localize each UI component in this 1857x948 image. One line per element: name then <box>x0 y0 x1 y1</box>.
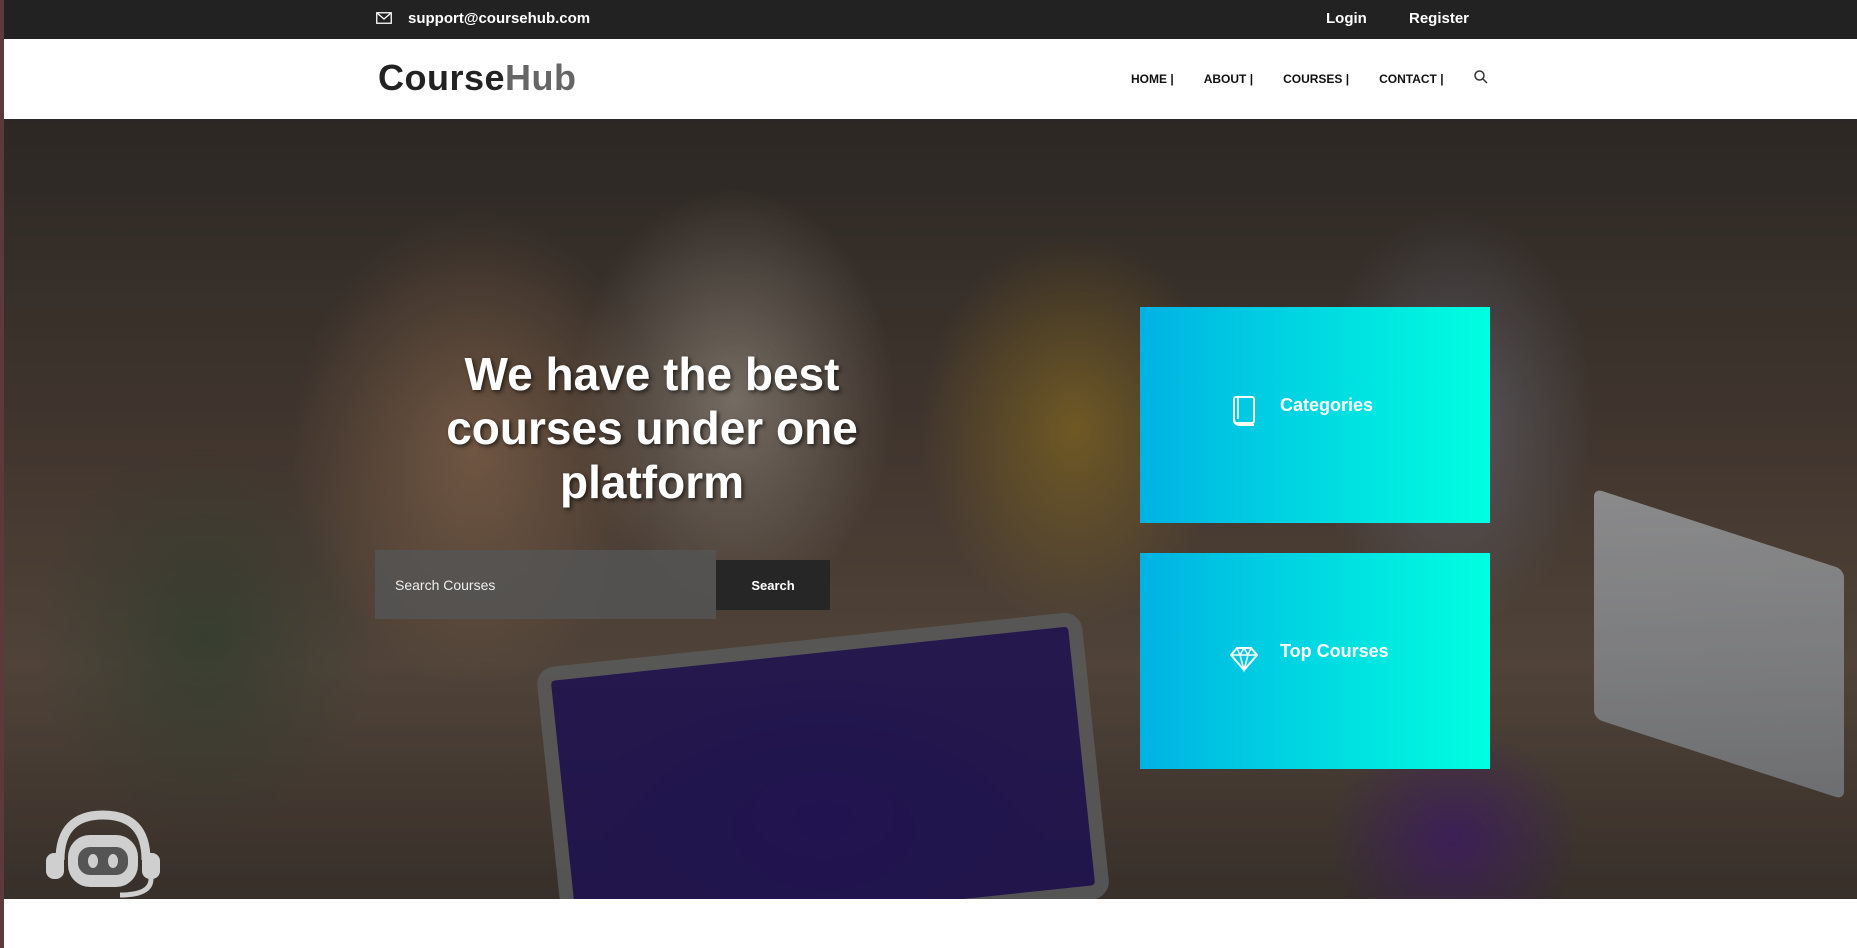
site-header: CourseHub HOME | ABOUT | COURSES | CONTA… <box>4 39 1857 119</box>
mail-icon <box>376 12 392 24</box>
categories-label: Categories <box>1280 395 1374 415</box>
search-button[interactable]: Search <box>716 560 830 610</box>
nav-about[interactable]: ABOUT | <box>1204 72 1253 86</box>
nav-contact[interactable]: CONTACT | <box>1379 72 1443 86</box>
top-courses-card[interactable]: Top Courses <box>1140 553 1490 769</box>
support-email[interactable]: support@coursehub.com <box>408 10 590 27</box>
nav-home[interactable]: HOME | <box>1131 72 1174 86</box>
logo-course: Course <box>378 57 506 98</box>
course-search-input[interactable] <box>375 550 716 619</box>
site-logo[interactable]: CourseHub <box>378 57 577 99</box>
categories-card[interactable]: Categories <box>1140 307 1490 523</box>
hero-overlay <box>4 119 1857 899</box>
hero-section: We have the best courses under one platf… <box>4 119 1857 899</box>
top-bar: support@coursehub.com Login Register <box>4 0 1857 39</box>
register-link[interactable]: Register <box>1409 10 1469 27</box>
login-link[interactable]: Login <box>1326 10 1367 27</box>
top-courses-label: Top Courses <box>1280 641 1389 661</box>
logo-hub: Hub <box>505 57 577 98</box>
main-nav: HOME | ABOUT | COURSES | CONTACT | <box>1131 72 1474 86</box>
chatbot-icon[interactable] <box>40 805 166 899</box>
diamond-icon <box>1230 646 1258 673</box>
hero-title: We have the best courses under one platf… <box>446 348 858 508</box>
nav-courses[interactable]: COURSES | <box>1283 72 1349 86</box>
book-icon <box>1233 396 1255 426</box>
search-icon[interactable] <box>1473 69 1489 85</box>
